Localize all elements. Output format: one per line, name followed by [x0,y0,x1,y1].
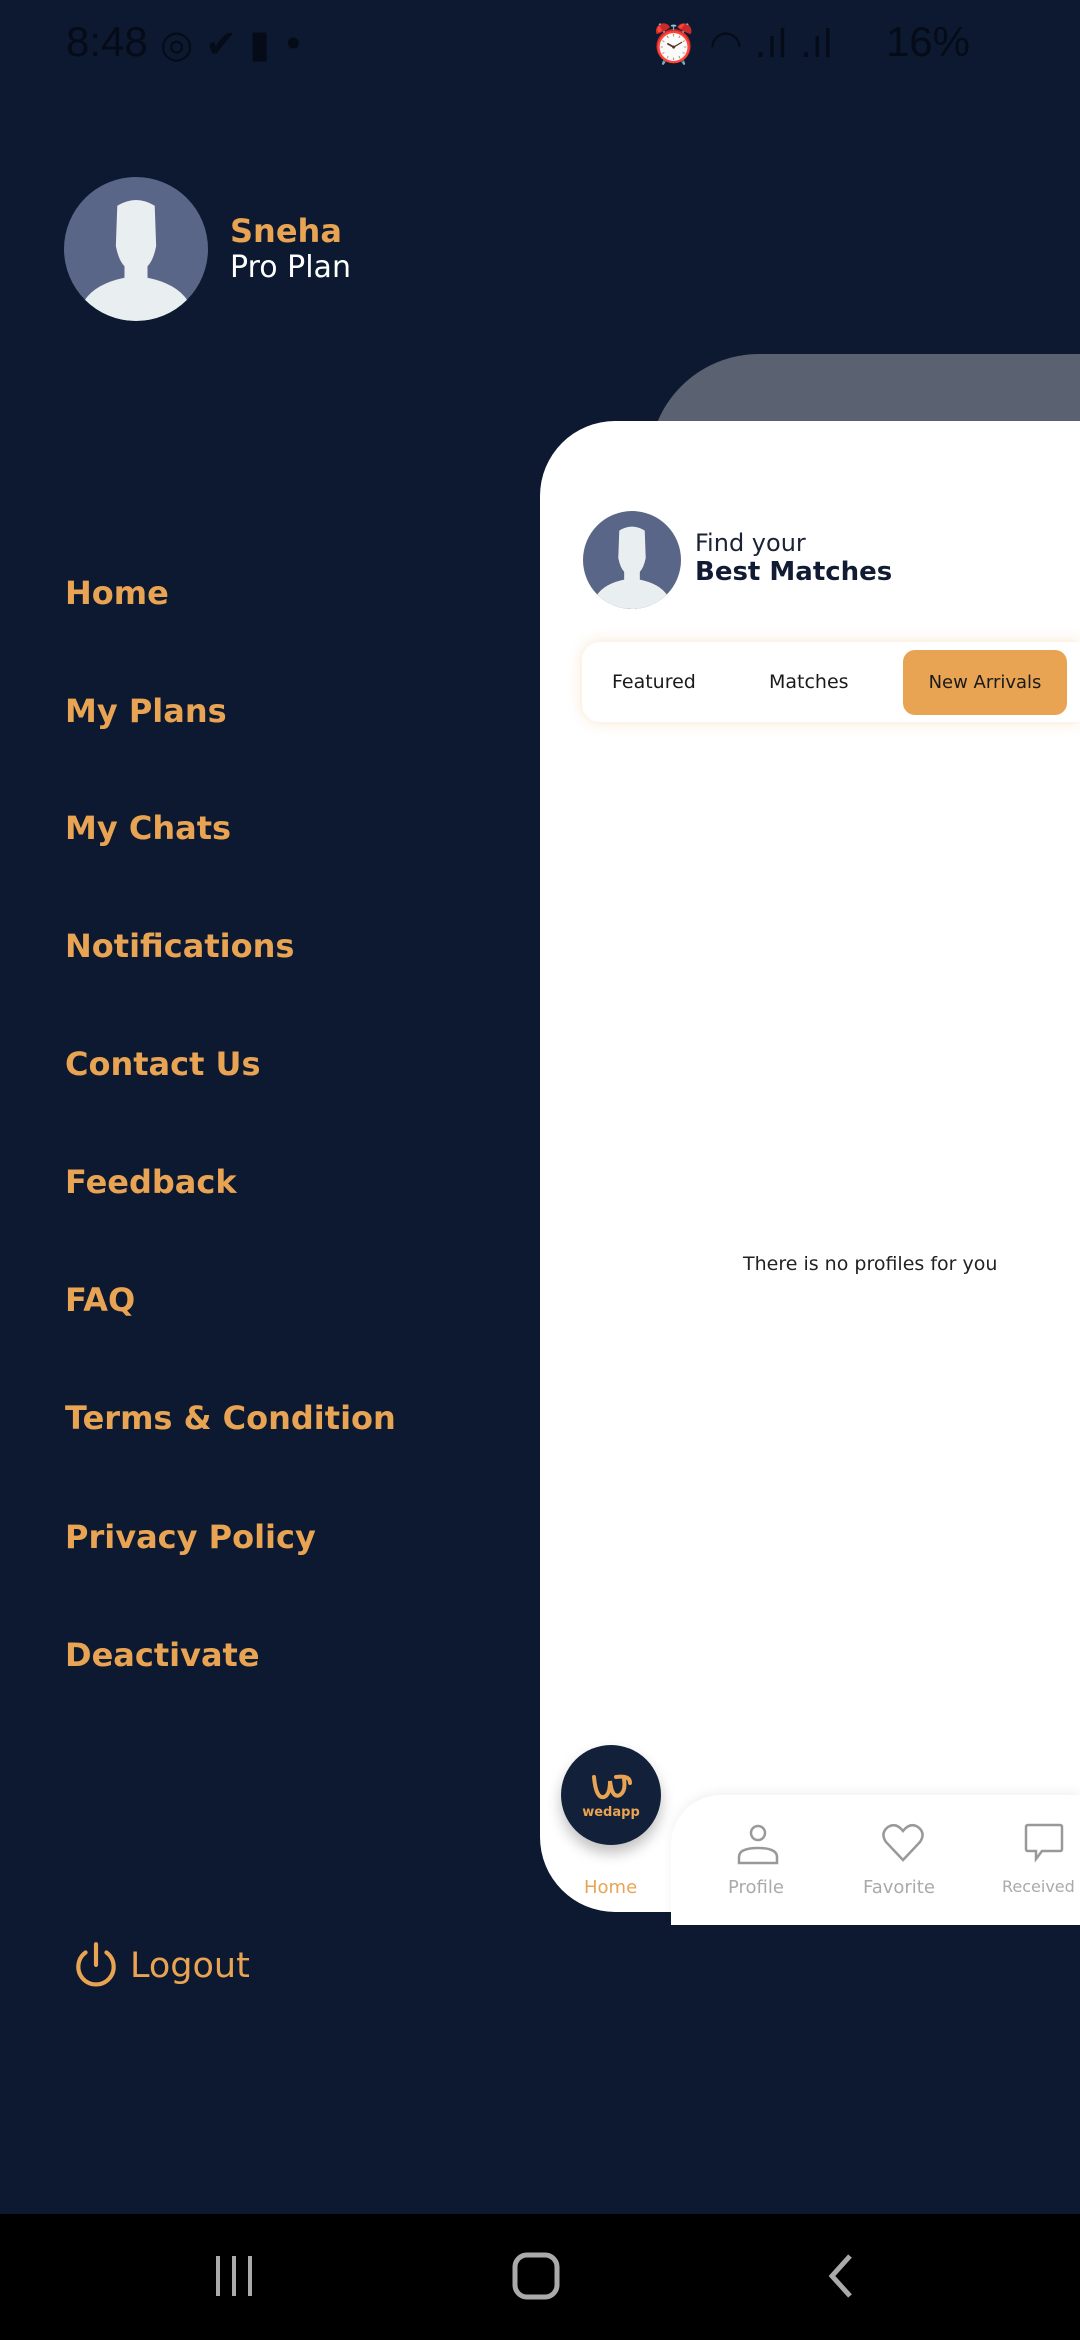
menu-item-deactivate[interactable]: Deactivate [65,1636,260,1674]
signal-icons: ⏰ ◠ .ıl .ıl [650,22,834,66]
power-icon [76,1942,116,1987]
nav-received[interactable]: Received [1002,1877,1075,1896]
menu-item-terms[interactable]: Terms & Condition [65,1399,396,1437]
chat-icon[interactable] [1024,1823,1064,1863]
status-bar: 8:48 ◎ ✔ ▮ • ⏰ ◠ .ıl .ıl 16% [0,0,1080,90]
bottom-nav [671,1795,1080,1925]
home-icon[interactable] [512,2252,560,2300]
profile-icon[interactable] [736,1823,780,1865]
profile-avatar[interactable] [583,511,681,609]
wedapp-logo-text: wedapp [582,1804,640,1820]
logout-label: Logout [130,1946,250,1986]
nav-favorite[interactable]: Favorite [863,1877,935,1898]
user-avatar[interactable] [64,177,208,321]
tab-matches[interactable]: Matches [769,642,849,722]
battery-text: 16% [885,18,970,65]
nav-home[interactable]: Home [584,1877,637,1898]
instagram-icon: ◎ ✔ ▮ • [160,22,305,66]
tab-new-arrivals[interactable]: New Arrivals [903,650,1067,715]
menu-item-feedback[interactable]: Feedback [65,1163,237,1201]
menu-item-home[interactable]: Home [65,574,169,612]
logout-button[interactable]: Logout [70,1940,250,1992]
main-screen-preview[interactable]: Find your Best Matches Featured Matches … [540,421,1080,1925]
nav-profile[interactable]: Profile [728,1877,784,1898]
user-plan: Pro Plan [230,250,351,285]
heading-line1: Find your [695,529,806,557]
heart-icon[interactable] [881,1823,925,1863]
wedapp-logo-icon [592,1774,632,1799]
menu-item-notifications[interactable]: Notifications [65,927,294,965]
menu-item-my-plans[interactable]: My Plans [65,692,227,730]
empty-state-text: There is no profiles for you [743,1253,998,1275]
home-logo-button[interactable]: wedapp [561,1745,661,1845]
menu-item-contact-us[interactable]: Contact Us [65,1045,261,1083]
menu-item-my-chats[interactable]: My Chats [65,809,231,847]
tab-bar: Featured Matches New Arrivals [582,642,1080,722]
status-time: 8:48 [66,18,148,65]
back-icon[interactable] [824,2252,856,2300]
recent-apps-icon[interactable] [212,2254,256,2298]
menu-item-privacy-policy[interactable]: Privacy Policy [65,1518,316,1556]
user-name: Sneha [230,212,342,250]
system-nav-bar [0,2214,1080,2340]
tab-featured[interactable]: Featured [612,642,696,722]
menu-item-faq[interactable]: FAQ [65,1281,135,1319]
heading-line2: Best Matches [695,557,893,587]
